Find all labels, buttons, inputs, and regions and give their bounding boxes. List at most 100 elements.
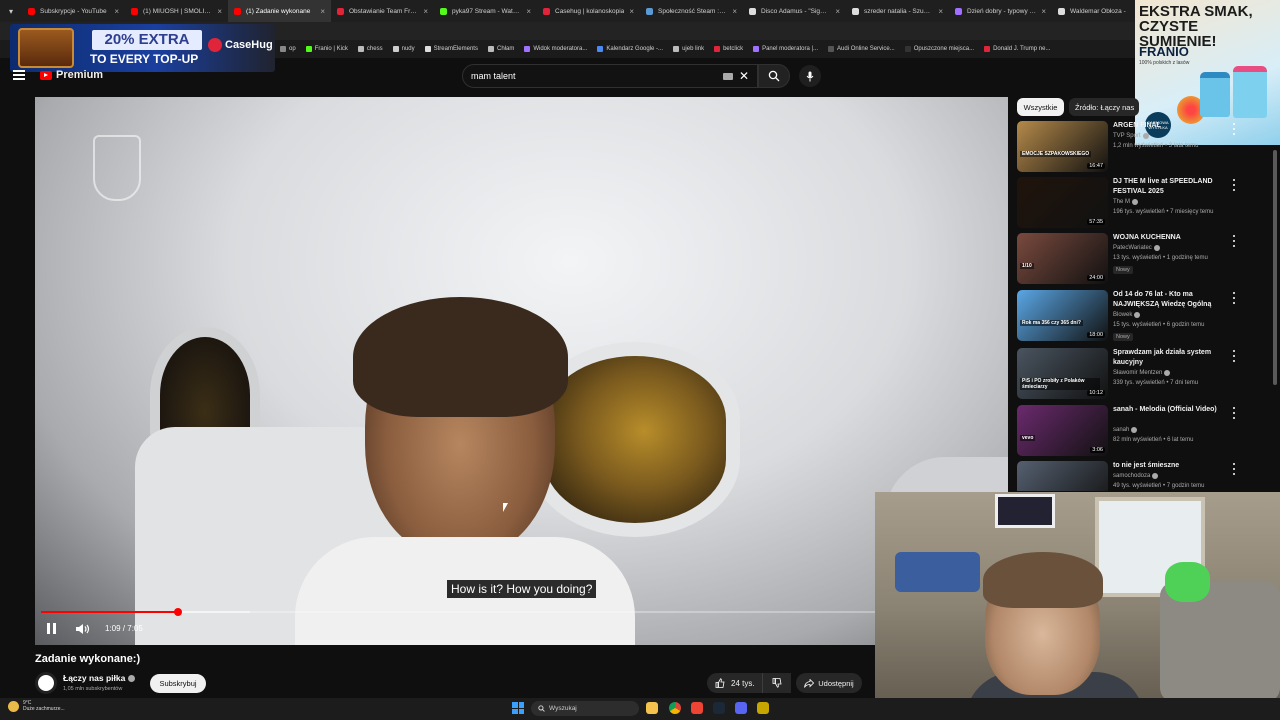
bookmark-item[interactable]: Opuszczone miejsca...: [904, 46, 974, 52]
more-options-icon[interactable]: [1231, 407, 1237, 419]
bookmark-item[interactable]: nudy: [392, 46, 415, 52]
recommended-video[interactable]: 57:35 DJ THE M live at SPEEDLAND FESTIVAL…: [1017, 177, 1242, 232]
recommended-video[interactable]: Rok ma 356 czy 365 dni? 18:00 Od 14 do 76 …: [1017, 290, 1242, 345]
recommended-video[interactable]: vevo 3:06 sanah - Melodia (Official Video)…: [1017, 405, 1242, 460]
browser-tab[interactable]: (1) Zadanie wykonane ×: [228, 0, 331, 22]
close-tab-icon[interactable]: ×: [320, 7, 325, 16]
thumbnail-text: 1/10: [1020, 263, 1034, 269]
more-options-icon[interactable]: [1231, 123, 1237, 135]
bookmark-item[interactable]: op: [280, 46, 296, 52]
video-thumbnail[interactable]: [1017, 461, 1108, 491]
weather-widget[interactable]: 9°C Duże zachmurze...: [8, 700, 65, 712]
menu-icon[interactable]: [13, 70, 25, 80]
more-options-icon[interactable]: [1231, 350, 1237, 362]
tab-list-dropdown-icon[interactable]: ▾: [0, 0, 22, 22]
bookmark-favicon-icon: [984, 46, 991, 52]
video-thumbnail[interactable]: PiS i PO zrobiły z Polaków śmieciarzy 10:…: [1017, 348, 1108, 399]
browser-tab[interactable]: Disco Adamus - "Sigma B ×: [743, 0, 846, 22]
subscribe-button[interactable]: Subskrybuj: [150, 674, 206, 693]
close-tab-icon[interactable]: ×: [1041, 7, 1046, 16]
thumbs-up-icon: [715, 678, 725, 688]
search-button[interactable]: [758, 64, 790, 88]
browser-tab[interactable]: Casehug | kolanoskopia ×: [537, 0, 640, 22]
bookmark-item[interactable]: Kalendarz Google -...: [597, 46, 663, 52]
browser-tab[interactable]: Obstawianie Team Franio ×: [331, 0, 434, 22]
bookmark-item[interactable]: Widok moderatora...: [524, 46, 587, 52]
clear-search-icon[interactable]: ✕: [739, 69, 749, 83]
youtube-play-icon: [40, 70, 52, 80]
bookmark-item[interactable]: Audi Online Service...: [828, 46, 895, 52]
discord-icon[interactable]: [735, 702, 747, 714]
close-tab-icon[interactable]: ×: [217, 7, 222, 16]
recommended-video[interactable]: PiS i PO zrobiły z Polaków śmieciarzy 10:…: [1017, 348, 1242, 403]
verified-icon: [1164, 370, 1171, 376]
chrome-icon[interactable]: [669, 702, 681, 714]
bookmark-label: Widok moderatora...: [533, 46, 588, 52]
close-tab-icon[interactable]: ×: [526, 7, 531, 16]
close-tab-icon[interactable]: ×: [732, 7, 737, 16]
steam-icon[interactable]: [713, 702, 725, 714]
chip-all[interactable]: Wszystkie: [1017, 98, 1064, 116]
sidebar-scrollbar[interactable]: [1273, 150, 1277, 385]
video-thumbnail[interactable]: EMOCJE SZPAKOWSKIEGO 16:47: [1017, 121, 1108, 172]
bookmark-item[interactable]: Panel moderatora |...: [753, 46, 818, 52]
close-tab-icon[interactable]: ×: [835, 7, 840, 16]
franio-ad-tagline: 100% polskich z lasów: [1139, 60, 1190, 66]
pzpn-watermark-logo: [93, 135, 141, 201]
video-thumbnail[interactable]: 1/10 24:00: [1017, 233, 1108, 284]
more-options-icon[interactable]: [1231, 235, 1237, 247]
search-input[interactable]: [471, 71, 723, 81]
browser-tab[interactable]: Społeczność Steam :: kolo ×: [640, 0, 743, 22]
casehug-ad-banner[interactable]: 20% EXTRA TO EVERY TOP-UP CaseHug: [10, 24, 275, 72]
windows-start-icon[interactable]: [512, 702, 524, 714]
progress-bar[interactable]: [41, 608, 877, 616]
video-thumbnail[interactable]: 57:35: [1017, 177, 1108, 228]
voice-search-button[interactable]: [799, 65, 821, 87]
channel-name[interactable]: Łączy nas piłka: [63, 673, 136, 683]
search-box[interactable]: ✕: [462, 64, 758, 88]
close-tab-icon[interactable]: ×: [423, 7, 428, 16]
keyboard-icon[interactable]: [722, 72, 733, 80]
channel-avatar[interactable]: [35, 672, 57, 694]
more-options-icon[interactable]: [1231, 292, 1237, 304]
file-explorer-icon[interactable]: [646, 702, 658, 714]
bookmark-favicon-icon: [753, 46, 760, 52]
app-icon[interactable]: [691, 702, 703, 714]
browser-tab[interactable]: Dzień dobry - typowy str ×: [949, 0, 1052, 22]
dislike-button[interactable]: [762, 673, 790, 693]
bookmark-item[interactable]: Donald J. Trump ne...: [984, 46, 1050, 52]
browser-tab[interactable]: pyka97 Stream - Watch L ×: [434, 0, 537, 22]
volume-icon[interactable]: [75, 623, 91, 635]
bookmark-item[interactable]: ujeb link: [673, 46, 704, 52]
more-options-icon[interactable]: [1231, 463, 1237, 475]
browser-tab[interactable]: Subskrypcje - YouTube ×: [22, 0, 125, 22]
browser-tab[interactable]: szreder natalia - Szukaj w ×: [846, 0, 949, 22]
close-tab-icon[interactable]: ×: [629, 7, 634, 16]
tab-title: (1) Zadanie wykonane: [246, 7, 311, 15]
recommended-video-meta: 339 tys. wyświetleń • 7 dni temu: [1113, 380, 1199, 386]
youtube-premium-logo[interactable]: Premium: [40, 69, 103, 81]
recommended-video[interactable]: to nie jest śmieszne samochodoza 49 tys. w…: [1017, 461, 1242, 491]
taskbar-search[interactable]: Wyszukaj: [531, 701, 639, 716]
browser-tab[interactable]: (1) MIUOSH | SMOLIK | M ×: [125, 0, 228, 22]
more-options-icon[interactable]: [1231, 179, 1237, 191]
app-icon[interactable]: [757, 702, 769, 714]
bookmark-item[interactable]: StreamElements: [424, 46, 478, 52]
bookmark-item[interactable]: chess: [357, 46, 383, 52]
video-player[interactable]: How is it? How you doing? 1:09 / 7:05: [35, 97, 1008, 645]
bookmark-item[interactable]: betclick: [714, 46, 743, 52]
share-button[interactable]: Udostępnij: [796, 673, 862, 693]
close-tab-icon[interactable]: ×: [114, 7, 119, 16]
chip-source[interactable]: Źródło: Łączy nas: [1069, 98, 1139, 116]
bookmark-favicon-icon: [305, 46, 312, 52]
bookmark-label: Franio | Kick: [314, 46, 348, 52]
bookmark-item[interactable]: Franio | Kick: [305, 46, 348, 52]
bookmark-item[interactable]: Chłam: [487, 46, 514, 52]
channel-label: Blowek: [1113, 312, 1133, 318]
video-thumbnail[interactable]: Rok ma 356 czy 365 dni? 18:00: [1017, 290, 1108, 341]
video-thumbnail[interactable]: vevo 3:06: [1017, 405, 1108, 456]
pause-button[interactable]: [47, 623, 59, 635]
recommended-video[interactable]: EMOCJE SZPAKOWSKIEGO 16:47 ARGEN FINAŁ TVP …: [1017, 121, 1242, 176]
close-tab-icon[interactable]: ×: [938, 7, 943, 16]
recommended-video[interactable]: 1/10 24:00 WOJNA KUCHENNA PatecWariatec 13 t…: [1017, 233, 1242, 288]
